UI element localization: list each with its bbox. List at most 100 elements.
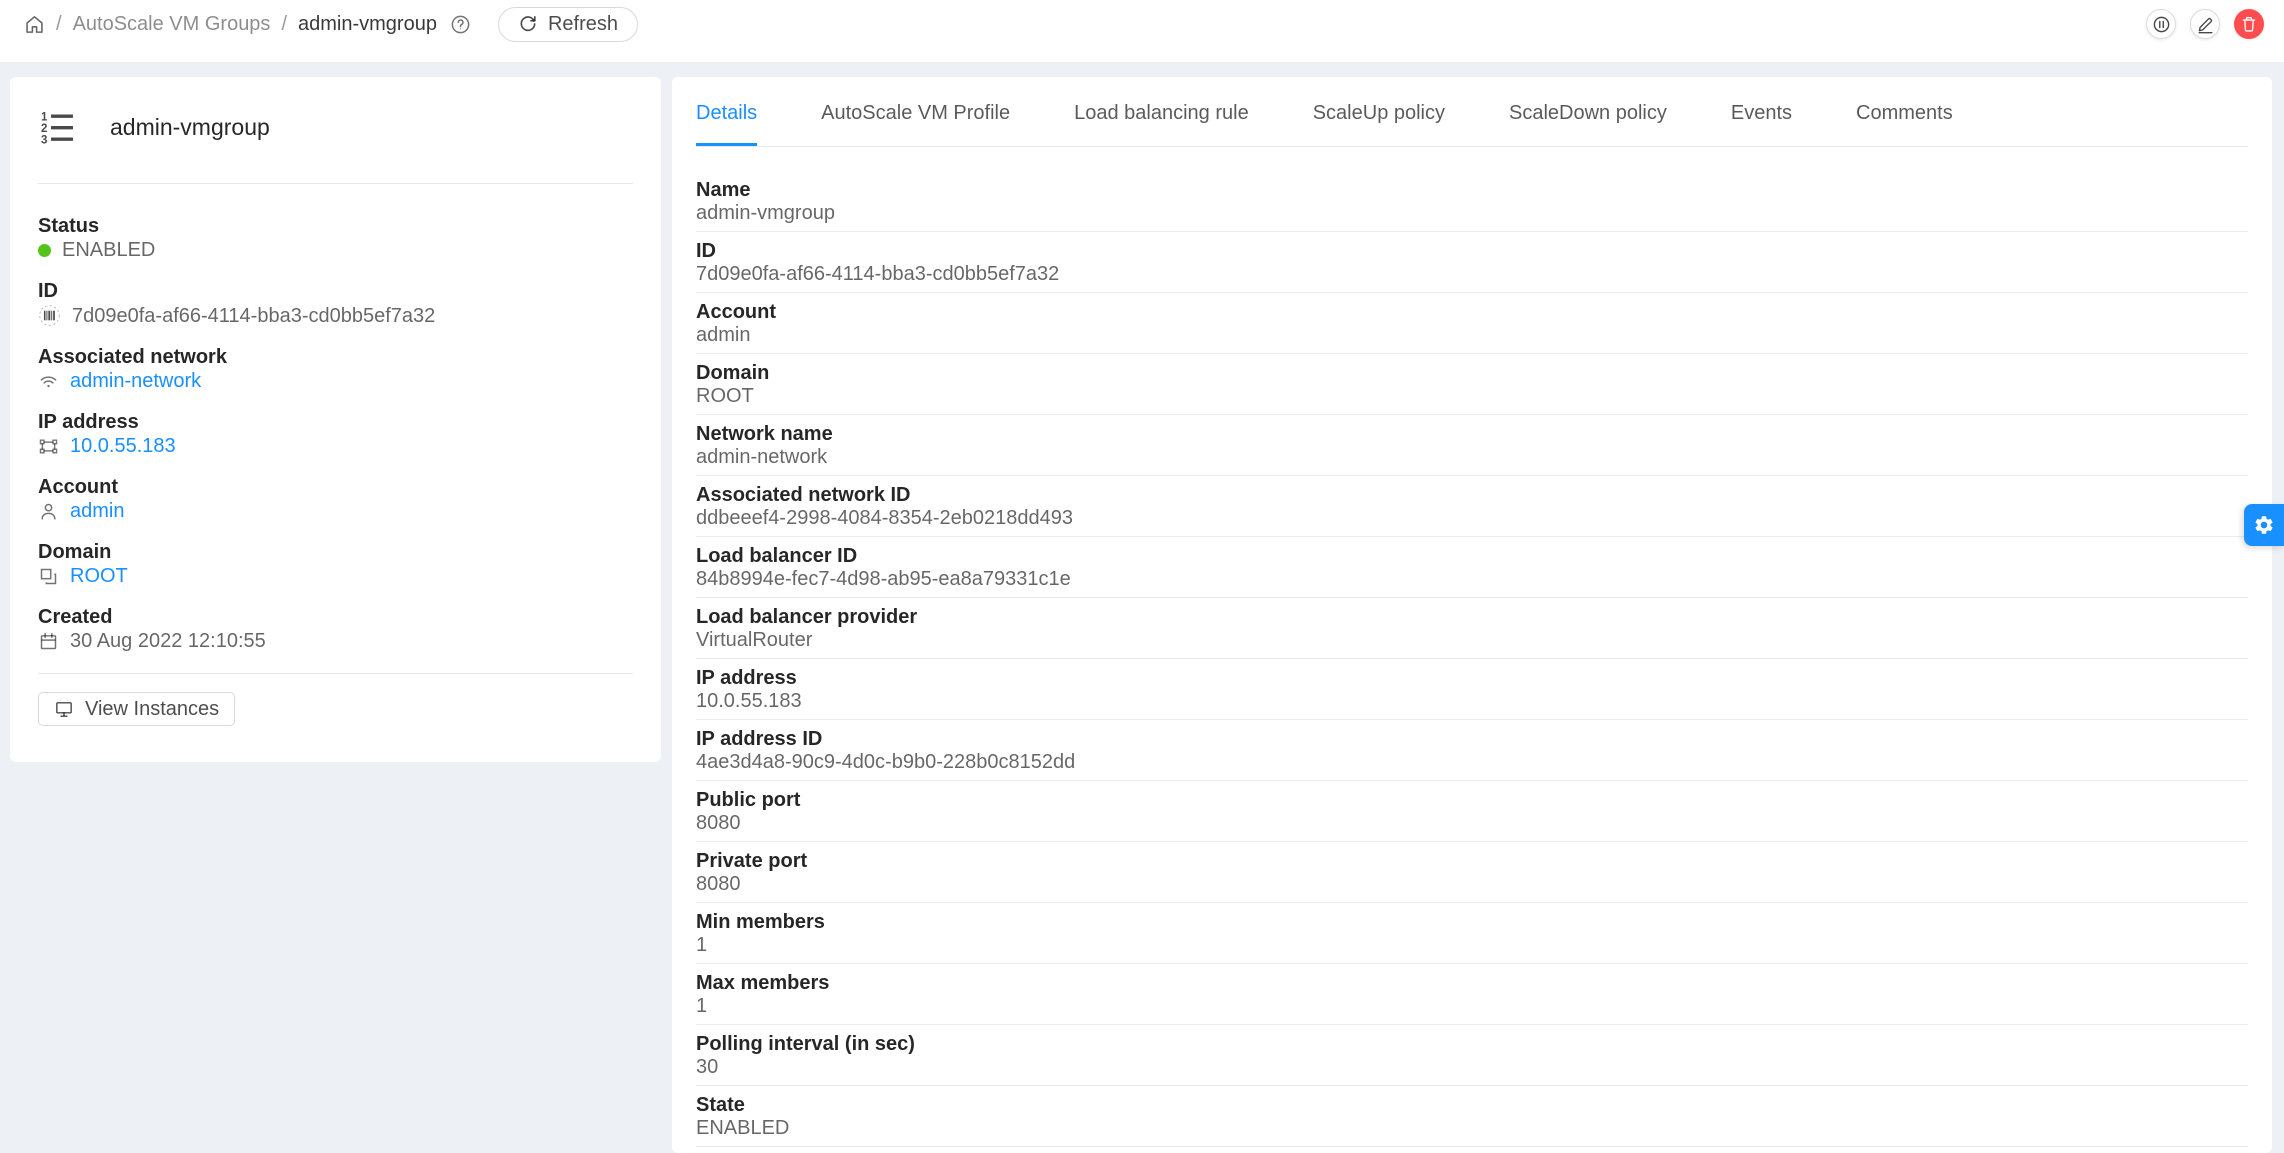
tab-autoscale-vm-profile[interactable]: AutoScale VM Profile <box>821 77 1010 146</box>
resource-id-value: 7d09e0fa-af66-4114-bba3-cd0bb5ef7a32 <box>72 304 436 327</box>
detail-value: VirtualRouter <box>696 629 813 651</box>
detail-label: Min members <box>696 911 825 933</box>
domain-link[interactable]: ROOT <box>70 565 128 587</box>
associated-network-label: Associated network <box>38 346 227 368</box>
detail-label: ID <box>696 240 716 262</box>
detail-label: Public port <box>696 789 801 811</box>
detail-label: Name <box>696 179 751 201</box>
barcode-icon <box>38 304 61 327</box>
svg-text:2: 2 <box>41 123 47 135</box>
domain-label: Domain <box>38 541 112 563</box>
page-title: admin-vmgroup <box>110 113 270 140</box>
resource-info-card: 123 admin-vmgroup Status ENABLED ID 7d09… <box>10 77 661 762</box>
status-label: Status <box>38 215 100 237</box>
detail-value: 1 <box>696 995 708 1017</box>
detail-label: IP address ID <box>696 728 823 750</box>
question-circle-icon[interactable] <box>450 14 471 35</box>
view-instances-label: View Instances <box>85 697 220 720</box>
delete-vmgroup-button[interactable] <box>2234 9 2264 39</box>
detail-value: 10.0.55.183 <box>696 690 802 712</box>
detail-card: Details AutoScale VM Profile Load balancin… <box>672 77 2272 1153</box>
detail-label: Load balancer ID <box>696 545 858 567</box>
detail-value: admin-network <box>696 446 828 468</box>
detail-label: Private port <box>696 850 808 872</box>
detail-value: ddbeeef4-2998-4084-8354-2eb0218dd493 <box>696 507 1074 529</box>
detail-row: Account admin <box>696 293 2248 354</box>
ip-frame-icon <box>38 436 59 457</box>
domain-field: Domain ROOT <box>38 541 633 587</box>
detail-row: Load balancer ID 84b8994e-fec7-4d98-ab95-… <box>696 537 2248 598</box>
detail-label: Associated network ID <box>696 484 911 506</box>
edit-icon <box>2196 15 2215 34</box>
pause-circle-icon <box>2152 15 2171 34</box>
refresh-button[interactable]: Refresh <box>497 6 638 42</box>
account-link[interactable]: admin <box>70 500 124 522</box>
detail-label: Domain <box>696 362 770 384</box>
detail-label: IP address <box>696 667 797 689</box>
user-icon <box>38 501 59 522</box>
tab-scaledown-policy[interactable]: ScaleDown policy <box>1509 77 1667 146</box>
detail-row: Network name admin-network <box>696 415 2248 476</box>
gear-icon <box>2253 514 2275 536</box>
detail-row: ID 7d09e0fa-af66-4114-bba3-cd0bb5ef7a32 <box>696 232 2248 293</box>
calendar-icon <box>38 631 59 652</box>
created-label: Created <box>38 606 113 628</box>
status-field: Status ENABLED <box>38 215 633 261</box>
detail-value: 1 <box>696 934 708 956</box>
refresh-button-label: Refresh <box>547 12 618 35</box>
edit-vmgroup-button[interactable] <box>2190 9 2220 39</box>
home-icon[interactable] <box>24 14 45 35</box>
tab-details[interactable]: Details <box>696 77 758 146</box>
tab-events[interactable]: Events <box>1731 77 1792 146</box>
detail-value: admin-vmgroup <box>696 202 835 224</box>
divider <box>38 183 633 184</box>
trash-icon <box>2240 15 2258 33</box>
detail-value: ROOT <box>696 385 754 407</box>
id-field: ID 7d09e0fa-af66-4114-bba3-cd0bb5ef7a32 <box>38 280 633 327</box>
account-field: Account admin <box>38 476 633 522</box>
detail-row: IP address ID 4ae3d4a8-90c9-4d0c-b9b0-228… <box>696 720 2248 781</box>
settings-drawer-button[interactable] <box>2244 504 2284 546</box>
tab-bar: Details AutoScale VM Profile Load balancin… <box>696 77 2248 147</box>
detail-list: Name admin-vmgroup ID 7d09e0fa-af66-4114-bb… <box>696 147 2248 1147</box>
detail-value: 30 <box>696 1056 719 1078</box>
tab-scaleup-policy[interactable]: ScaleUp policy <box>1313 77 1445 146</box>
divider <box>38 673 633 674</box>
svg-text:3: 3 <box>41 135 47 147</box>
reload-icon <box>518 14 538 34</box>
detail-row: Associated network ID ddbeeef4-2998-4084-… <box>696 476 2248 537</box>
breadcrumb: / AutoScale VM Groups / admin-vmgroup Re… <box>24 6 638 42</box>
tab-comments[interactable]: Comments <box>1856 77 1953 146</box>
detail-value: 8080 <box>696 812 741 834</box>
ip-address-field: IP address 10.0.55.183 <box>38 411 633 457</box>
page-content: 123 admin-vmgroup Status ENABLED ID 7d09… <box>0 62 2284 1153</box>
breadcrumb-section-link[interactable]: AutoScale VM Groups <box>73 13 271 36</box>
status-dot-icon <box>38 243 51 257</box>
id-label: ID <box>38 280 58 302</box>
detail-value: 7d09e0fa-af66-4114-bba3-cd0bb5ef7a32 <box>696 263 1060 285</box>
desktop-icon <box>54 699 74 719</box>
view-instances-button[interactable]: View Instances <box>38 692 236 726</box>
breadcrumb-separator: / <box>281 12 287 35</box>
detail-row: Private port 8080 <box>696 842 2248 903</box>
resource-fields: Status ENABLED ID 7d09e0fa-af66-4114-bba… <box>38 215 633 652</box>
ip-address-link[interactable]: 10.0.55.183 <box>70 435 176 457</box>
tab-load-balancing-rule[interactable]: Load balancing rule <box>1074 77 1249 146</box>
detail-label: State <box>696 1094 745 1116</box>
detail-value: 4ae3d4a8-90c9-4d0c-b9b0-228b0c8152dd <box>696 751 1076 773</box>
top-bar: / AutoScale VM Groups / admin-vmgroup Re… <box>0 0 2284 62</box>
detail-label: Network name <box>696 423 833 445</box>
disable-vmgroup-button[interactable] <box>2146 9 2176 39</box>
svg-text:1: 1 <box>41 112 48 124</box>
detail-label: Load balancer provider <box>696 606 918 628</box>
domain-block-icon <box>38 566 59 587</box>
detail-value: 8080 <box>696 873 741 895</box>
associated-network-field: Associated network admin-network <box>38 346 633 392</box>
detail-row: Name admin-vmgroup <box>696 171 2248 232</box>
wifi-icon <box>38 371 59 392</box>
detail-label: Max members <box>696 972 830 994</box>
detail-row: Max members 1 <box>696 964 2248 1025</box>
detail-label: Account <box>696 301 776 323</box>
detail-value: 84b8994e-fec7-4d98-ab95-ea8a79331c1e <box>696 568 1071 590</box>
associated-network-link[interactable]: admin-network <box>70 370 201 392</box>
